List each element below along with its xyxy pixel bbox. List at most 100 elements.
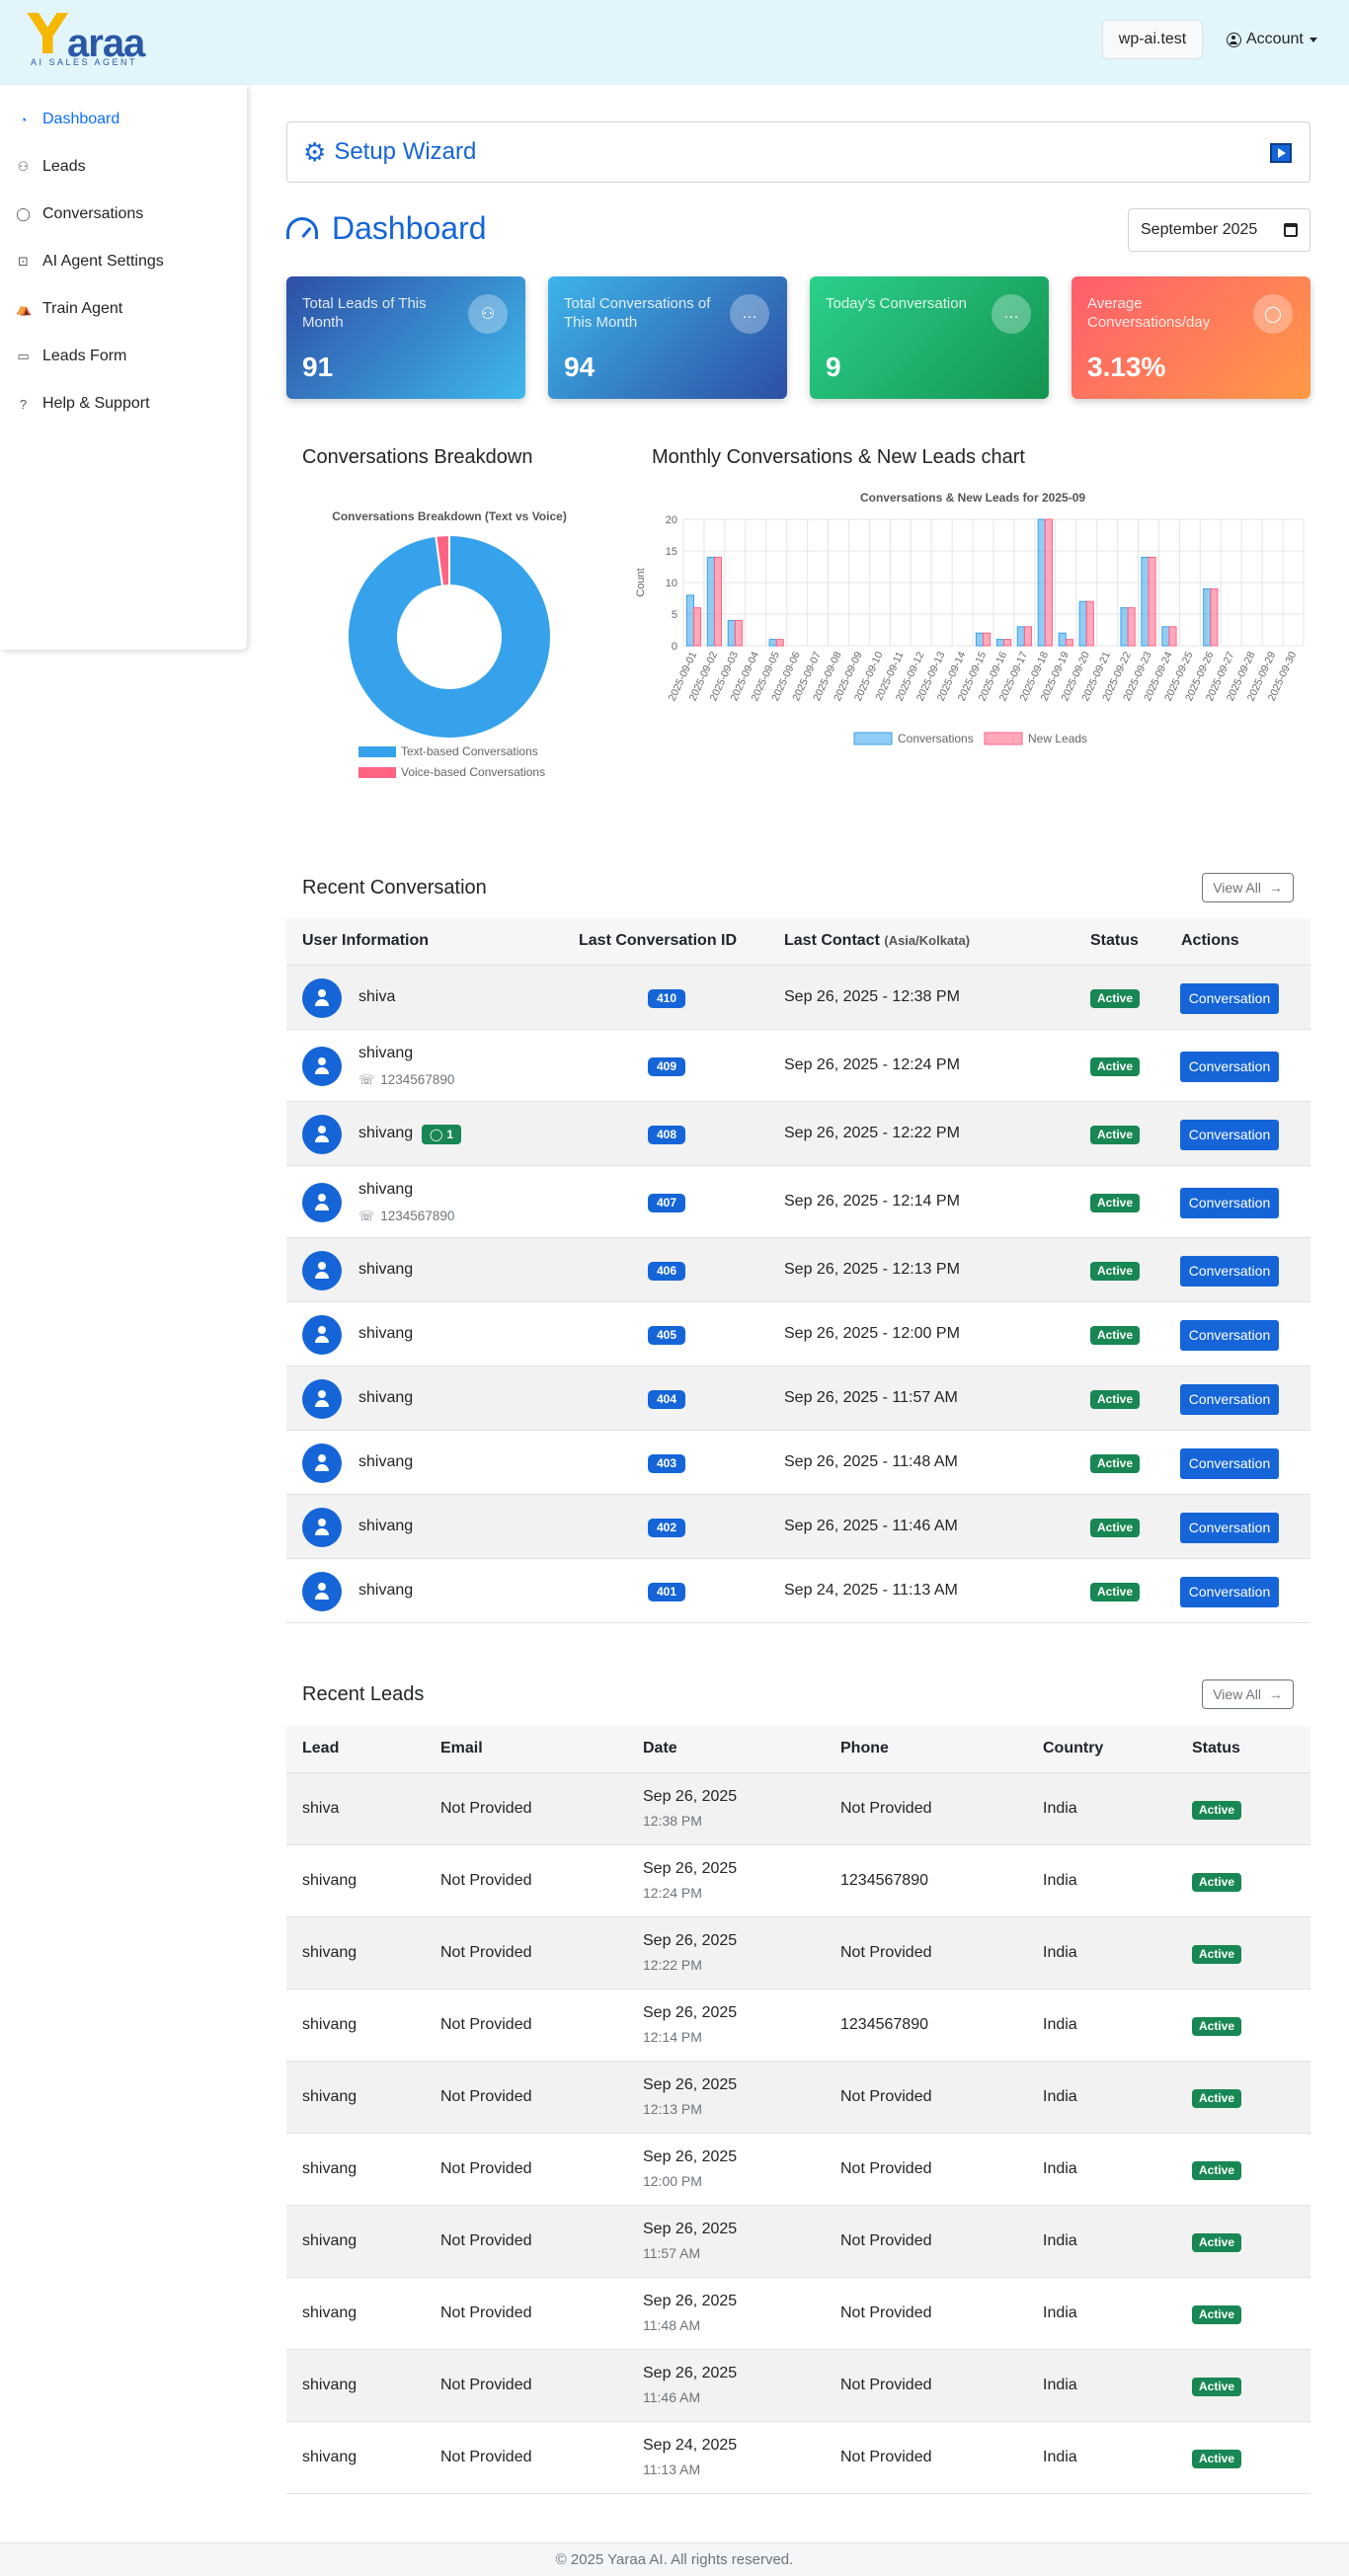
stat-card-icon: … [730, 294, 769, 334]
lead-phone: Not Provided [840, 2087, 932, 2105]
table-row[interactable]: shivang ◯ 1 408 Sep 26, 2025 - 12:22 PM Activ… [286, 1102, 1310, 1166]
lead-date: Sep 26, 2025 [643, 1859, 738, 1877]
sidebar-item-ai-agent-settings[interactable]: ⊡ AI Agent Settings [16, 247, 164, 276]
conversation-button[interactable]: Conversation [1180, 1512, 1279, 1543]
lead-email: Not Provided [440, 2448, 532, 2465]
stat-card-label: Today's Conversation [826, 295, 967, 312]
avatar [302, 1507, 342, 1547]
conversation-button[interactable]: Conversation [1180, 1319, 1279, 1351]
sidebar-item-help-support[interactable]: ? Help & Support [16, 389, 150, 419]
th-email: Email [440, 1740, 483, 1756]
table-row[interactable]: shivang Not Provided Sep 26, 2025 11:46 AM N… [286, 2350, 1310, 2422]
bar-conversations [1058, 632, 1067, 647]
conversation-button[interactable]: Conversation [1180, 1187, 1279, 1218]
table-row[interactable]: shivang Not Provided Sep 26, 2025 11:57 AM N… [286, 2206, 1310, 2278]
conversation-button[interactable]: Conversation [1180, 982, 1279, 1014]
lead-time: 12:38 PM [643, 1812, 702, 1829]
conversation-button[interactable]: Conversation [1180, 1383, 1279, 1415]
month-picker[interactable]: September 2025 [1128, 208, 1310, 252]
sidebar-item-conversations[interactable]: ◯ Conversations [16, 199, 143, 229]
message-count-badge: ◯ 1 [422, 1124, 461, 1144]
lead-name: shivang [302, 2231, 357, 2249]
th-status: Status [1090, 932, 1139, 949]
lead-time: 12:00 PM [643, 2172, 702, 2189]
conversation-button[interactable]: Conversation [1180, 1119, 1279, 1150]
account-dropdown[interactable]: Account [1227, 20, 1317, 59]
conversation-button[interactable]: Conversation [1180, 1576, 1279, 1607]
lead-email: Not Provided [440, 2087, 532, 2105]
conversation-button[interactable]: Conversation [1180, 1255, 1279, 1287]
bar-new-leads [1065, 639, 1073, 647]
lead-name: shivang [302, 2376, 357, 2393]
setup-wizard-bar[interactable]: ⚙ Setup Wizard [286, 121, 1310, 183]
bar-new-leads [1085, 600, 1094, 647]
table-row[interactable]: shiva Not Provided Sep 26, 2025 12:38 PM Not… [286, 1773, 1310, 1845]
table-row[interactable]: shivang Not Provided Sep 26, 2025 12:13 PM N… [286, 2062, 1310, 2134]
table-row[interactable]: shivang Not Provided Sep 26, 2025 12:22 PM N… [286, 1917, 1310, 1990]
table-row[interactable]: shivang 403 Sep 26, 2025 - 11:48 AM Active C… [286, 1431, 1310, 1495]
status-badge: Active [1090, 1056, 1140, 1076]
status-badge: Active [1192, 2088, 1241, 2108]
stat-card: Average Conversations/day 3.13% ◯ [1071, 276, 1310, 399]
bar-conversations [727, 619, 736, 647]
lead-phone: Not Provided [840, 2448, 932, 2465]
help-icon: ? [19, 396, 28, 412]
avatar [302, 1378, 342, 1419]
table-row[interactable]: shivang Not Provided Sep 26, 2025 12:14 PM 1… [286, 1990, 1310, 2062]
lead-email: Not Provided [440, 1871, 532, 1889]
view-all-conversations-button[interactable]: View All → [1202, 873, 1294, 902]
stat-card-label: Total Conversations of This Month [564, 295, 711, 331]
bar-new-leads [1168, 626, 1177, 647]
lead-date: Sep 26, 2025 [643, 2292, 738, 2309]
sidebar: ◔ Dashboard ⚇ Leads ◯ Conversations ⊡ AI Agent … [0, 85, 247, 650]
bar-conversations [1161, 626, 1170, 647]
th-actions: Actions [1181, 932, 1239, 949]
table-row[interactable]: shivang Not Provided Sep 26, 2025 11:48 AM N… [286, 2278, 1310, 2350]
last-contact: Sep 26, 2025 - 12:13 PM [784, 1260, 960, 1278]
table-row[interactable]: shivang Not Provided Sep 26, 2025 12:00 PM N… [286, 2134, 1310, 2206]
gauge-icon: ◔ [19, 112, 28, 127]
site-button[interactable]: wp-ai.test [1102, 20, 1203, 59]
stat-card: Today's Conversation 9… [810, 276, 1049, 399]
y-tick-label: 20 [666, 514, 677, 526]
th-lead: Lead [302, 1740, 340, 1756]
conversation-id-badge: 402 [648, 1518, 685, 1537]
phone-number: 1234567890 [380, 1208, 455, 1223]
conversation-button[interactable]: Conversation [1180, 1447, 1279, 1479]
lead-country: India [1043, 2448, 1077, 2465]
user-name: shivang [358, 1517, 414, 1534]
footer: © 2025 Yaraa AI. All rights reserved. [0, 2542, 1349, 2576]
table-row[interactable]: shivang 406 Sep 26, 2025 - 12:13 PM Active C… [286, 1238, 1310, 1302]
table-row[interactable]: shivang Not Provided Sep 24, 2025 11:13 AM N… [286, 2422, 1310, 2494]
table-row[interactable]: shivang 402 Sep 26, 2025 - 11:46 AM Active C… [286, 1495, 1310, 1559]
avatar [302, 977, 342, 1018]
account-label: Account [1246, 31, 1304, 47]
sidebar-item-dashboard[interactable]: ◔ Dashboard [16, 105, 120, 134]
people-icon: ⚇ [17, 159, 30, 174]
y-tick-label: 0 [672, 641, 677, 653]
stat-card-icon: … [992, 294, 1031, 334]
conversation-id-badge: 408 [648, 1125, 685, 1144]
th-phone: Phone [840, 1740, 889, 1756]
sidebar-item-label: Conversations [42, 205, 144, 222]
table-row[interactable]: shivang ☏ 1234567890 407 Sep 26, 2025 - 12:1… [286, 1166, 1310, 1238]
play-icon[interactable] [1270, 143, 1292, 163]
brand-logo[interactable]: Y araa AI SALES AGENT [28, 8, 156, 71]
table-row[interactable]: shivang ☏ 1234567890 409 Sep 26, 2025 - 12:2… [286, 1030, 1310, 1102]
conversation-button[interactable]: Conversation [1180, 1051, 1279, 1082]
sidebar-item-train-agent[interactable]: ⛺ Train Agent [16, 294, 122, 324]
table-row[interactable]: shivang 405 Sep 26, 2025 - 12:00 PM Active C… [286, 1302, 1310, 1366]
conversation-id-badge: 404 [648, 1389, 685, 1409]
table-row[interactable]: shivang 404 Sep 26, 2025 - 11:57 AM Active C… [286, 1366, 1310, 1431]
sidebar-item-leads-form[interactable]: ▭ Leads Form [16, 342, 126, 371]
table-row[interactable]: shivang Not Provided Sep 26, 2025 12:24 PM 1… [286, 1845, 1310, 1917]
top-header: Y araa AI SALES AGENT wp-ai.test Account [0, 0, 1349, 85]
stat-card-value: 94 [564, 351, 595, 382]
bar-conversations [1203, 587, 1212, 647]
legend-label: New Leads [1028, 732, 1087, 745]
speedometer-icon [286, 217, 318, 239]
table-row[interactable]: shiva 410 Sep 26, 2025 - 12:38 PM Active Con… [286, 966, 1310, 1030]
sidebar-item-leads[interactable]: ⚇ Leads [16, 152, 86, 182]
view-all-leads-button[interactable]: View All → [1202, 1679, 1294, 1709]
table-row[interactable]: shivang 401 Sep 24, 2025 - 11:13 AM Active C… [286, 1559, 1310, 1623]
